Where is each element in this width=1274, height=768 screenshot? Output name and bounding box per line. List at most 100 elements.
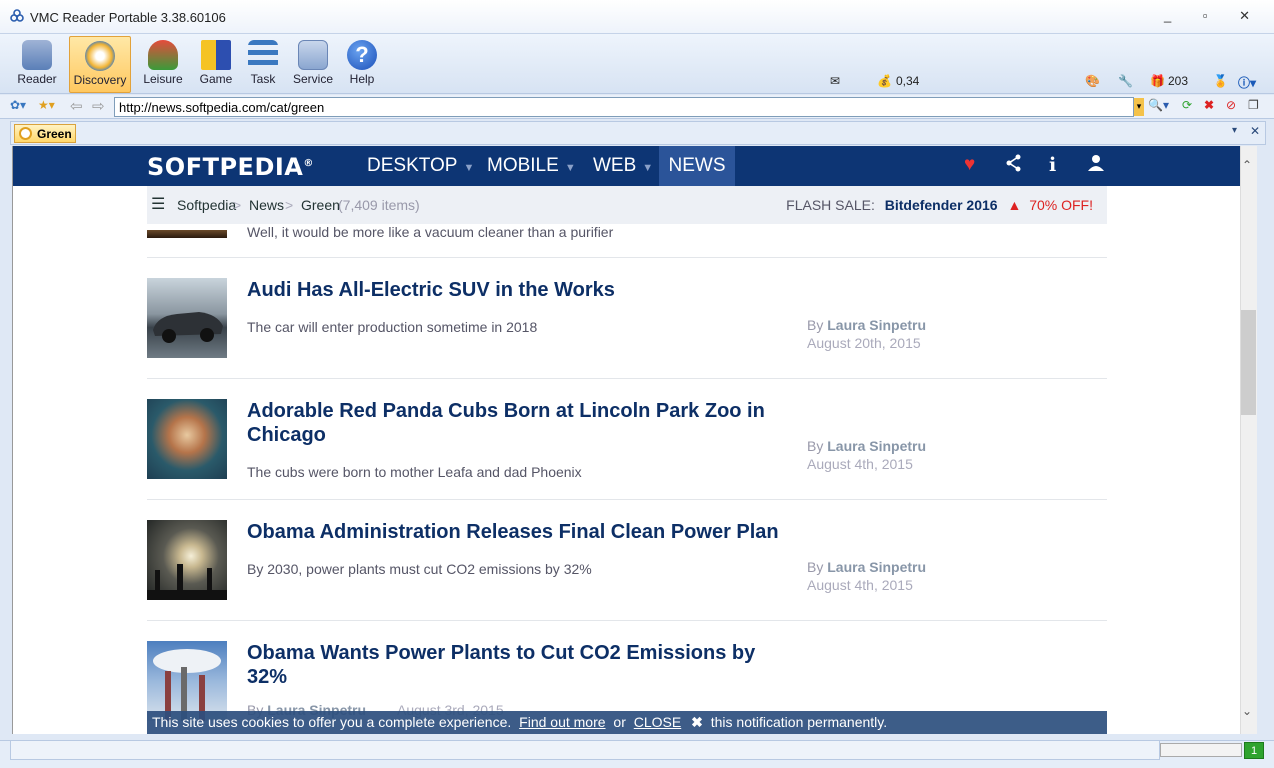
favorites-icon[interactable]: ✿▾ — [10, 98, 26, 112]
url-input[interactable] — [114, 97, 1134, 117]
breadcrumb: ☰ Softpedia > News > Green (7,409 items)… — [147, 186, 1107, 224]
web-viewport: SOFTPEDIA® DESKTOP ▼ MOBILE ▼ WEB ▼ NEWS ♥ … — [12, 146, 1240, 734]
scroll-thumb[interactable] — [1241, 310, 1256, 415]
toolbar-discovery-button[interactable]: Discovery — [69, 36, 131, 93]
toolbar-task-button[interactable]: Task — [242, 36, 284, 93]
tab-page-icon — [19, 127, 32, 140]
app-logo-icon — [10, 9, 24, 23]
refresh-icon[interactable]: ⟳ — [1182, 98, 1192, 112]
chevron-down-icon: ▼ — [463, 162, 475, 174]
leisure-icon — [148, 40, 178, 70]
info-icon[interactable]: ⓘ▾ — [1238, 74, 1256, 91]
article-description: The cubs were born to mother Leafa and d… — [247, 464, 582, 480]
tab-list-icon[interactable]: ▾ — [1232, 125, 1237, 136]
chevron-down-icon: ▼ — [564, 162, 576, 174]
progress-bar — [1160, 743, 1242, 757]
tools-icon[interactable]: 🔧 — [1118, 74, 1133, 88]
article-author: By Laura Sinpetru — [807, 438, 927, 454]
article-thumbnail — [147, 399, 227, 479]
article-title[interactable]: Obama Administration Releases Final Clea… — [247, 520, 787, 544]
main-toolbar — [0, 34, 1274, 94]
article-thumbnail — [147, 520, 227, 600]
menu-icon[interactable]: ☰ — [151, 194, 165, 214]
flash-sale-banner[interactable]: FLASH SALE: Bitdefender 2016 ▲ 70% OFF! — [786, 197, 1093, 213]
site-logo[interactable]: SOFTPEDIA® — [147, 153, 314, 181]
stop-icon[interactable]: ✖ — [1204, 98, 1214, 112]
toolbar-help-button[interactable]: ? Help — [342, 36, 382, 93]
status-count-badge: 1 — [1244, 742, 1264, 759]
article-title[interactable]: Obama Wants Power Plants to Cut CO2 Emis… — [247, 641, 787, 689]
star-icon[interactable]: ★▾ — [38, 98, 55, 112]
scroll-up-icon[interactable]: ⌃ — [1242, 158, 1252, 172]
money-bag-icon: 💰 — [877, 74, 892, 88]
scroll-down-icon[interactable]: ⌄ — [1242, 704, 1252, 718]
article-author: By Laura Sinpetru — [807, 559, 927, 575]
medal-icon[interactable]: 🏅 — [1213, 74, 1228, 88]
list-item[interactable]: Well, it would be more like a vacuum cle… — [147, 224, 1107, 258]
nav-mobile[interactable]: MOBILE ▼ — [487, 146, 576, 186]
list-item[interactable]: Audi Has All-Electric SUV in the Works T… — [147, 258, 1107, 379]
search-icon[interactable]: 🔍▾ — [1148, 98, 1169, 112]
game-icon — [201, 40, 231, 70]
cookie-banner: This site uses cookies to offer you a co… — [147, 711, 1107, 734]
back-arrow-icon[interactable]: ⇦ — [70, 97, 83, 115]
article-date: August 20th, 2015 — [807, 335, 921, 351]
gift-icon: 🎁 — [1150, 74, 1165, 88]
crumb-news[interactable]: News — [249, 197, 284, 213]
discovery-icon — [85, 41, 115, 71]
article-date: August 4th, 2015 — [807, 577, 913, 593]
help-icon: ? — [347, 40, 377, 70]
tab-close-icon[interactable]: ✕ — [1250, 124, 1260, 138]
user-icon[interactable] — [1087, 154, 1105, 178]
close-icon[interactable]: ✖ — [691, 714, 703, 730]
forward-arrow-icon[interactable]: ⇨ — [92, 97, 105, 115]
info-icon[interactable]: i — [1049, 154, 1056, 176]
list-item[interactable]: Obama Administration Releases Final Clea… — [147, 500, 1107, 621]
article-thumbnail — [147, 230, 227, 238]
toolbar-service-button[interactable]: Service — [290, 36, 336, 93]
toolbar-game-button[interactable]: Game — [194, 36, 238, 93]
mail-icon[interactable]: ✉ — [830, 74, 840, 88]
article-date: August 4th, 2015 — [807, 456, 913, 472]
url-dropdown-icon[interactable]: ▾ — [1134, 98, 1144, 116]
article-description: The car will enter production sometime i… — [247, 319, 538, 335]
crumb-separator: > — [233, 197, 242, 213]
reader-icon — [22, 40, 52, 70]
article-thumbnail — [147, 641, 227, 721]
task-icon — [248, 40, 278, 70]
share-icon[interactable] — [1005, 154, 1023, 178]
crumb-separator: > — [285, 197, 294, 213]
adblock-icon[interactable]: ⊘ — [1226, 98, 1236, 112]
heart-icon[interactable]: ♥ — [964, 154, 975, 176]
article-author: By Laura Sinpetru — [807, 317, 927, 333]
toolbar-reader-button[interactable]: Reader — [14, 36, 60, 93]
crumb-green: Green — [301, 197, 340, 213]
find-out-more-link[interactable]: Find out more — [519, 714, 605, 730]
tab-bar — [10, 121, 1266, 145]
nav-news[interactable]: NEWS — [659, 146, 735, 186]
article-title[interactable]: Adorable Red Panda Cubs Born at Lincoln … — [247, 399, 787, 447]
warning-icon: ▲ — [1007, 197, 1022, 213]
item-count: (7,409 items) — [338, 197, 420, 213]
article-description: By 2030, power plants must cut CO2 emiss… — [247, 561, 592, 577]
service-icon — [298, 40, 328, 70]
window-controls[interactable]: _ ▫ ✕ — [1164, 8, 1264, 24]
tab-green[interactable]: Green — [14, 124, 76, 143]
article-thumbnail — [147, 278, 227, 358]
nav-web[interactable]: WEB ▼ — [593, 146, 653, 186]
status-text-area — [10, 740, 1160, 760]
vertical-scrollbar[interactable] — [1240, 146, 1257, 734]
close-cookie-link[interactable]: CLOSE — [634, 714, 681, 730]
window-title: VMC Reader Portable 3.38.60106 — [30, 10, 226, 25]
nav-desktop[interactable]: DESKTOP ▼ — [367, 146, 474, 186]
crumb-softpedia[interactable]: Softpedia — [177, 197, 236, 213]
article-title[interactable]: Audi Has All-Electric SUV in the Works — [247, 278, 787, 302]
count-value: 203 — [1168, 74, 1189, 88]
chevron-down-icon: ▼ — [642, 162, 654, 174]
article-description: Well, it would be more like a vacuum cle… — [247, 224, 614, 240]
toolbar-leisure-button[interactable]: Leisure — [139, 36, 187, 93]
list-item[interactable]: Adorable Red Panda Cubs Born at Lincoln … — [147, 379, 1107, 500]
windows-icon[interactable]: ❐ — [1248, 98, 1259, 112]
money-value: 0,34 — [896, 74, 920, 88]
palette-icon[interactable]: 🎨 — [1085, 74, 1100, 88]
